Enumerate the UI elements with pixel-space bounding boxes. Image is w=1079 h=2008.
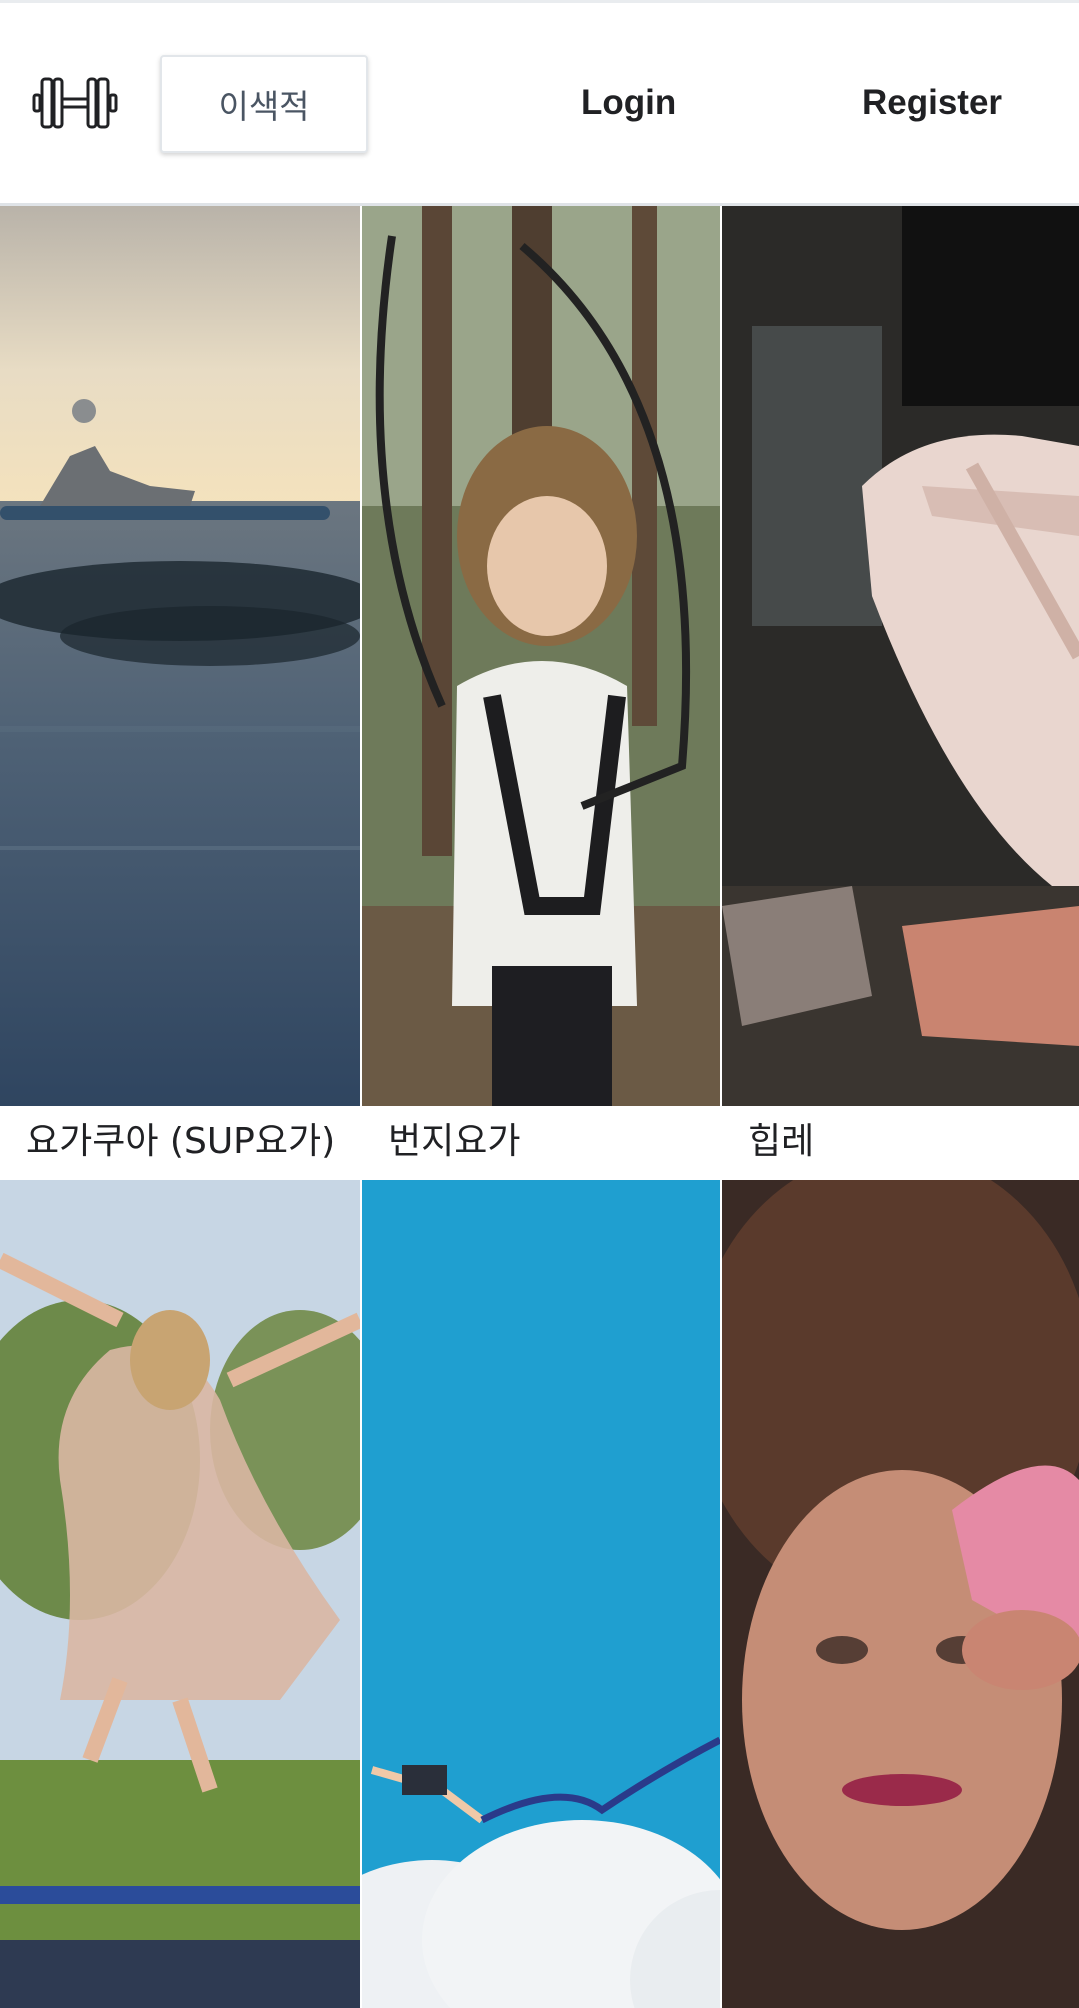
smiling-girl-closeup-photo [722,1180,1079,2008]
bungee-jump-sky-photo [362,1180,720,2008]
register-link[interactable]: Register [862,77,1002,129]
dumbbell-icon[interactable] [32,75,118,131]
program-card[interactable] [722,1180,1079,2008]
program-card[interactable]: 번지요가 [362,206,720,1180]
program-card[interactable]: 요가쿠아 (SUP요가) [0,206,360,1180]
login-link[interactable]: Login [581,77,676,129]
ballet-pointe-shoe-photo [722,206,1079,1106]
program-card[interactable]: 힙레 [722,206,1079,1180]
child-harness-swing-photo [362,206,720,1106]
search-box[interactable] [160,55,368,153]
program-title: 번지요가 [388,1106,718,1178]
search-input[interactable] [179,84,349,124]
paddleboard-sunset-photo [0,206,360,1106]
girl-trampoline-photo [0,1180,360,2008]
top-navbar: Login Register [0,0,1079,206]
program-card[interactable] [362,1180,720,2008]
program-card[interactable] [0,1180,360,2008]
program-title: 힙레 [748,1106,1068,1178]
program-title: 요가쿠아 (SUP요가) [26,1106,356,1178]
